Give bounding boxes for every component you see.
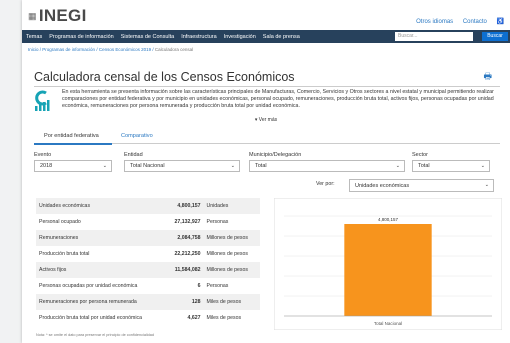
link-otros-idiomas[interactable]: Otros idiomas [416, 19, 453, 25]
nav-item-investigacion[interactable]: Investigación [224, 34, 256, 40]
table-row: Remuneraciones por persona remunerada 128… [36, 294, 260, 310]
table-cell-unit: Miles de pesos [206, 315, 242, 321]
search-input[interactable]: Buscar... [395, 32, 473, 41]
search-button[interactable]: Buscar [482, 32, 508, 41]
breadcrumb-censos[interactable]: Censos Económicos 2019 [99, 47, 151, 52]
table-cell-value: 27,132,927 [174, 219, 201, 225]
chart-bar [344, 224, 432, 316]
table-cell-unit: Personas [206, 219, 229, 225]
active-tab-indicator [34, 143, 112, 145]
table-row: Personas ocupadas por unidad económica 6 P… [36, 278, 260, 294]
breadcrumb-programas[interactable]: Programas de información [42, 47, 95, 52]
table-cell-name: Activos fijos [36, 262, 166, 278]
table-cell-name: Remuneraciones [36, 230, 166, 246]
filter-label-sector: Sector [412, 152, 428, 158]
select-ver-por[interactable]: Unidades económicas ⌄ [349, 179, 494, 192]
select-ver-por-value: Unidades económicas [355, 183, 410, 189]
select-municipio[interactable]: Total ⌄ [249, 160, 405, 172]
table-cell-unit: Unidades [203, 198, 260, 214]
table-cell-name: Producción bruta total por unidad económ… [39, 315, 142, 321]
chevron-down-icon: ⌄ [230, 163, 235, 169]
table-cell-value: 128 [165, 294, 204, 310]
nav-item-programas[interactable]: Programas de información [49, 34, 114, 40]
select-municipio-value: Total [255, 163, 267, 169]
bar-chart: 4,800,157 Total Nacional [274, 198, 502, 330]
nav-item-temas[interactable]: Temas [26, 34, 42, 40]
chevron-down-icon: ⌄ [395, 163, 400, 169]
logo-mark-icon: ▦ [28, 11, 37, 22]
select-sector-value: Total [418, 163, 430, 169]
filters: Evento 2018 ⌄ Entidad Total Nacional ⌄ Mun… [34, 152, 500, 180]
table-cell-value: 22,212,250 [174, 251, 201, 257]
table-cell-value: 2,084,758 [165, 230, 204, 246]
select-entidad[interactable]: Total Nacional ⌄ [124, 160, 240, 172]
top-links: Otros idiomas Contacto ♿ [408, 18, 504, 25]
chart-data-label: 4,800,157 [378, 217, 399, 222]
tab-por-entidad[interactable]: Por entidad federativa [44, 133, 99, 139]
table-row: Remuneraciones 2,084,758 Millones de pesos [36, 230, 260, 246]
table-row: Producción bruta total 22,212,250 Millones… [36, 246, 260, 262]
chevron-down-icon: ⌄ [484, 182, 489, 188]
table-cell-unit: Millones de pesos [203, 262, 260, 278]
select-evento-value: 2018 [40, 163, 53, 169]
table-cell-unit: Miles de pesos [203, 294, 260, 310]
select-evento[interactable]: 2018 ⌄ [34, 160, 112, 172]
table-row: Producción bruta total por unidad económ… [36, 310, 260, 326]
select-entidad-value: Total Nacional [130, 163, 165, 169]
table-row: Unidades económicas 4,800,157 Unidades [36, 198, 260, 214]
table-row: Personal ocupado 27,132,927 Personas [36, 214, 260, 230]
chart-category-label: Total Nacional [374, 321, 402, 326]
link-contacto[interactable]: Contacto [463, 19, 487, 25]
table-cell-name: Producción bruta total [39, 251, 90, 257]
calculator-logo-icon [35, 90, 50, 111]
nav-item-sistemas[interactable]: Sistemas de Consulta [121, 34, 175, 40]
breadcrumb: Inicio / Programas de información / Cens… [28, 47, 194, 52]
page: ▦ INEGI Otros idiomas Contacto ♿ Temas Pr… [22, 0, 510, 343]
table-cell-value: 6 [197, 283, 201, 289]
filter-label-entidad: Entidad [124, 152, 143, 158]
print-icon[interactable]: 🖶 [484, 69, 493, 85]
top-bar: ▦ INEGI Otros idiomas Contacto ♿ [22, 0, 510, 30]
logo-text: INEGI [38, 6, 87, 25]
tab-bar: Por entidad federativa Comparativo [34, 130, 500, 145]
page-title: Calculadora censal de los Censos Económi… [34, 70, 295, 84]
ver-por-label: Ver por: [316, 181, 335, 187]
confidentiality-note: Nota: * se omite el dato para preservar … [36, 333, 154, 337]
select-sector[interactable]: Total ⌄ [412, 160, 490, 172]
ver-mas-link[interactable]: ▾ Ver más [22, 117, 510, 123]
filter-label-evento: Evento [34, 152, 52, 158]
indicators-table: Unidades económicas 4,800,157 Unidades Pers… [36, 198, 260, 326]
inegi-logo[interactable]: ▦ INEGI [28, 6, 87, 26]
nav-item-infraestructura[interactable]: Infraestructura [181, 34, 216, 40]
table-cell-value: 4,627 [187, 315, 201, 321]
main-nav: Temas Programas de información Sistemas … [22, 30, 510, 43]
tab-comparativo[interactable]: Comparativo [121, 133, 153, 139]
screenshot-stage: ▦ INEGI Otros idiomas Contacto ♿ Temas Pr… [0, 0, 510, 343]
table-cell-name: Unidades económicas [36, 198, 166, 214]
breadcrumb-inicio[interactable]: Inicio [28, 47, 39, 52]
table-cell-name: Personal ocupado [39, 219, 81, 225]
table-cell-name: Personas ocupadas por unidad económica [39, 283, 138, 289]
table-cell-unit: Personas [206, 283, 229, 289]
chevron-down-icon: ⌄ [102, 163, 107, 169]
table-cell-unit: Millones de pesos [203, 230, 260, 246]
filter-label-municipio: Municipio/Delegación [249, 152, 302, 158]
breadcrumb-current: Calculadora censal [154, 47, 194, 52]
tool-description: En esta herramienta se presenta informac… [62, 89, 494, 109]
table-cell-unit: Millones de pesos [206, 251, 249, 257]
chevron-down-icon: ⌄ [480, 163, 485, 169]
table-row: Activos fijos 11,584,082 Millones de pesos [36, 262, 260, 278]
title-divider [34, 86, 500, 87]
table-cell-value: 4,800,157 [165, 198, 204, 214]
accessibility-icon[interactable]: ♿ [497, 19, 504, 25]
table-cell-name: Remuneraciones por persona remunerada [36, 294, 166, 310]
nav-item-sala-prensa[interactable]: Sala de prensa [263, 34, 300, 40]
table-cell-value: 11,584,082 [165, 262, 204, 278]
